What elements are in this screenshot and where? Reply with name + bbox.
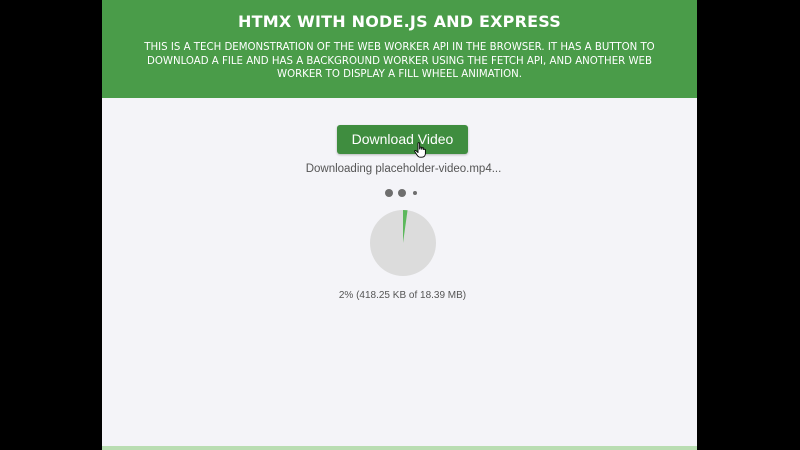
page-title: HTMX WITH NODE.JS AND EXPRESS <box>238 12 561 31</box>
page-bottom-edge <box>102 446 697 450</box>
page-description: This is a tech demonstration of the Web … <box>144 42 655 80</box>
download-progress-text: 2% (418.25 KB of 18.39 MB) <box>338 290 467 301</box>
loading-dot <box>413 191 417 195</box>
loading-dot <box>398 189 406 197</box>
pointer-hand-icon <box>414 142 426 158</box>
app-page: HTMX WITH NODE.JS AND EXPRESS This is a … <box>102 0 697 450</box>
loading-dot <box>385 189 393 197</box>
loading-dots-icon <box>385 188 425 198</box>
page-header: HTMX WITH NODE.JS AND EXPRESS This is a … <box>102 0 697 98</box>
download-video-button[interactable]: Download Video <box>337 125 468 154</box>
progress-fill-wheel <box>370 209 436 276</box>
download-status-text: Downloading placeholder-video.mp4... <box>305 163 502 175</box>
